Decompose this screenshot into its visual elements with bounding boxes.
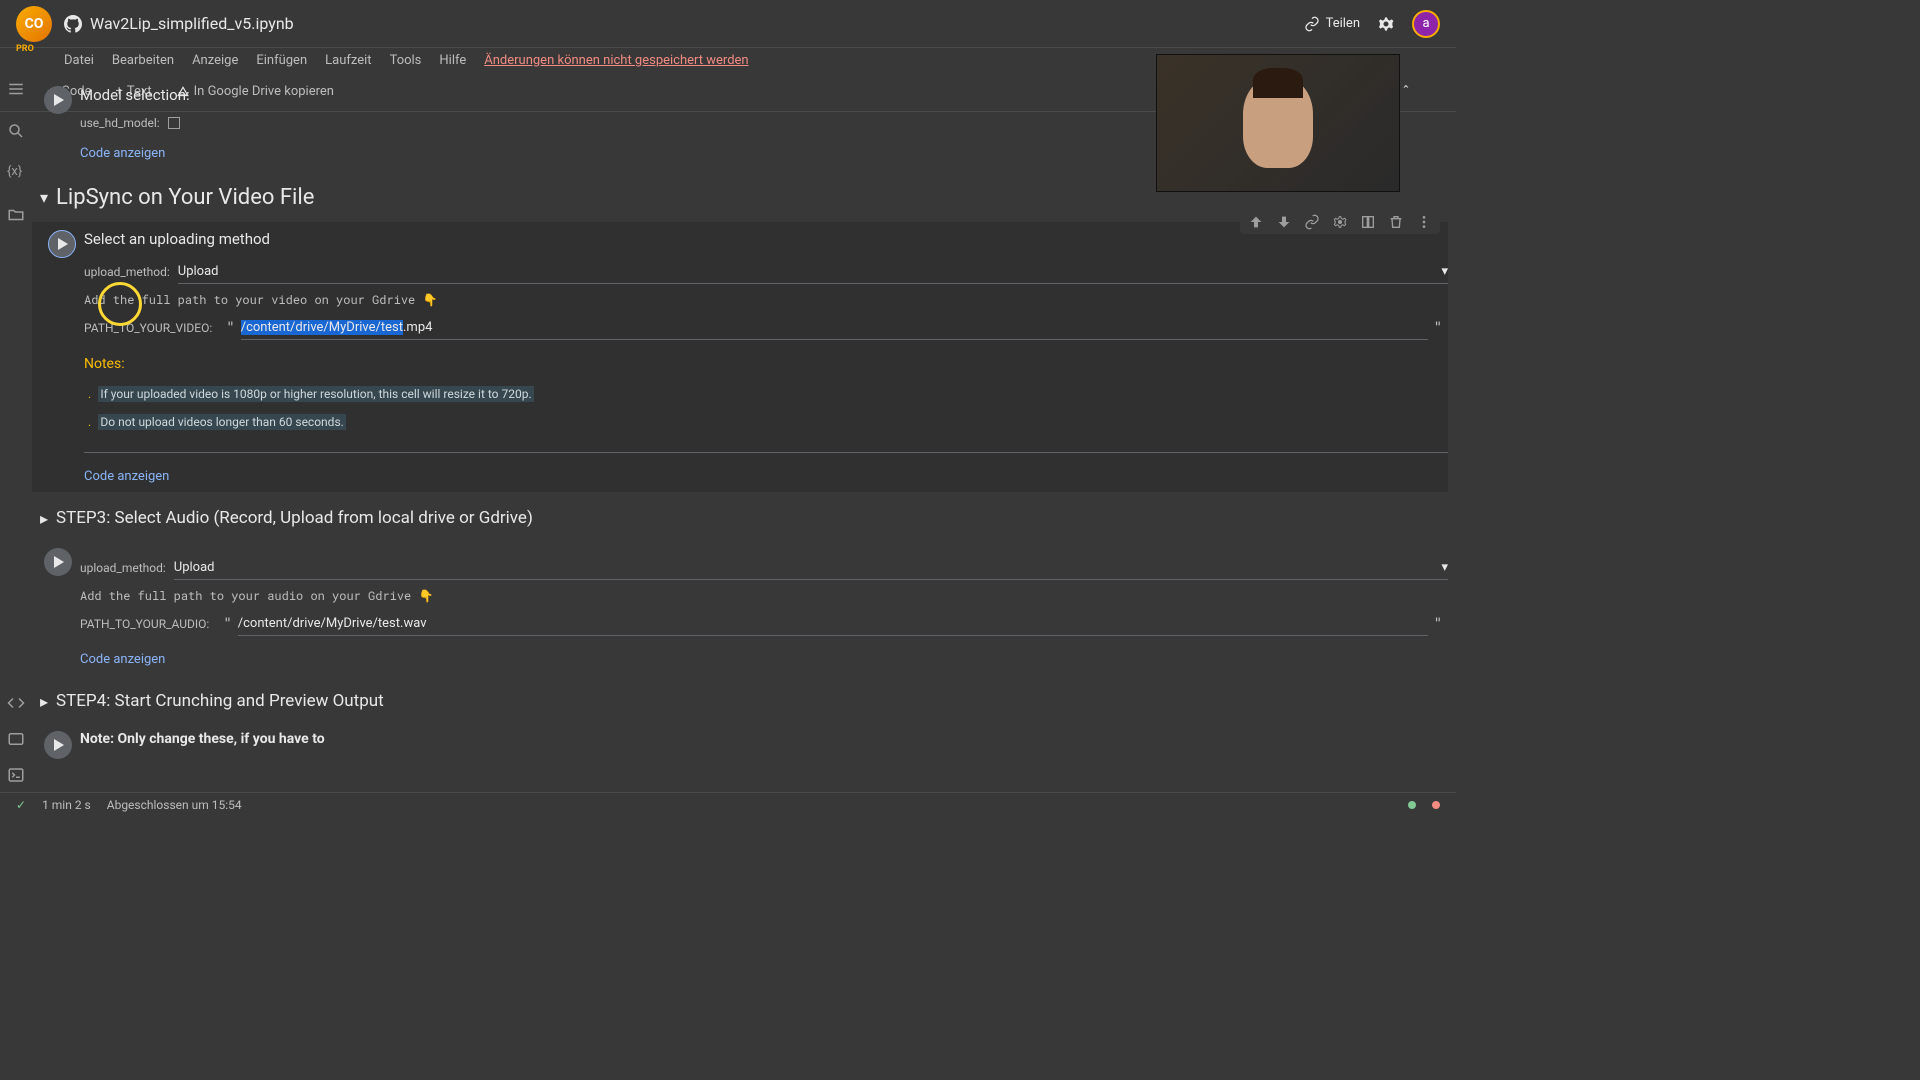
cell-toolbar bbox=[1240, 210, 1440, 234]
move-down-icon[interactable] bbox=[1276, 214, 1292, 230]
use-hd-model-checkbox[interactable] bbox=[168, 117, 180, 129]
divider bbox=[84, 452, 1448, 453]
more-icon[interactable] bbox=[1416, 214, 1432, 230]
cell-upload-audio: upload_method: Upload ▾ Add the full pat… bbox=[32, 540, 1448, 675]
show-code-link[interactable]: Code anzeigen bbox=[80, 146, 165, 161]
chevron-down-icon: ▾ bbox=[1441, 560, 1448, 575]
section-title: STEP4: Start Crunching and Preview Outpu… bbox=[56, 691, 384, 711]
status-connected-icon bbox=[1408, 801, 1416, 809]
terminal-icon[interactable] bbox=[7, 766, 25, 784]
use-hd-model-label: use_hd_model: bbox=[80, 116, 160, 130]
header: PRO Wav2Lip_simplified_v5.ipynb Teilen a bbox=[0, 0, 1456, 48]
statusbar: ✓ 1 min 2 s Abgeschlossen um 15:54 bbox=[0, 792, 1456, 816]
status-duration: 1 min 2 s bbox=[42, 798, 91, 812]
variables-icon[interactable]: {x} bbox=[7, 164, 25, 182]
left-rail: {x} bbox=[0, 72, 32, 792]
link-icon bbox=[1304, 16, 1320, 32]
show-code-link[interactable]: Code anzeigen bbox=[80, 652, 165, 667]
show-code-link[interactable]: Code anzeigen bbox=[84, 469, 169, 484]
section-caret-icon[interactable]: ▸ bbox=[40, 692, 48, 711]
menu-view[interactable]: Anzeige bbox=[184, 51, 246, 70]
search-icon[interactable] bbox=[7, 122, 25, 140]
menu-file[interactable]: Datei bbox=[56, 51, 102, 70]
menu-edit[interactable]: Bearbeiten bbox=[104, 51, 182, 70]
note-line-1: . If your uploaded video is 1080p or hig… bbox=[84, 384, 538, 404]
command-palette-icon[interactable] bbox=[7, 730, 25, 748]
share-button[interactable]: Teilen bbox=[1304, 16, 1360, 32]
run-button[interactable] bbox=[44, 548, 72, 576]
path-audio-input[interactable]: /content/drive/MyDrive/test.wav bbox=[238, 612, 1428, 636]
path-video-label: PATH_TO_YOUR_VIDEO: bbox=[84, 321, 212, 335]
run-button[interactable] bbox=[48, 230, 76, 258]
section-step3: ▸ STEP3: Select Audio (Record, Upload fr… bbox=[32, 496, 1448, 540]
section-caret-icon[interactable]: ▾ bbox=[40, 188, 48, 207]
menu-insert[interactable]: Einfügen bbox=[248, 51, 315, 70]
section-caret-icon[interactable]: ▸ bbox=[40, 509, 48, 528]
upload-method-select[interactable]: Upload ▾ bbox=[178, 260, 1448, 284]
move-up-icon[interactable] bbox=[1248, 214, 1264, 230]
chevron-down-icon: ▾ bbox=[1441, 264, 1448, 279]
section-title: STEP3: Select Audio (Record, Upload from… bbox=[56, 508, 533, 528]
status-disk-icon bbox=[1432, 801, 1440, 809]
notebook-title[interactable]: Wav2Lip_simplified_v5.ipynb bbox=[90, 14, 294, 33]
pro-badge: PRO bbox=[16, 44, 34, 54]
status-completed: Abgeschlossen um 15:54 bbox=[107, 798, 242, 812]
menu-tools[interactable]: Tools bbox=[382, 51, 430, 70]
save-warning[interactable]: Änderungen können nicht gespeichert werd… bbox=[476, 51, 756, 70]
path-note: Add the full path to your audio on your … bbox=[80, 588, 1448, 604]
upload-method-select[interactable]: Upload ▾ bbox=[174, 556, 1448, 580]
upload-method-label: upload_method: bbox=[84, 265, 170, 279]
path-video-input[interactable]: /content/drive/MyDrive/test.mp4 bbox=[241, 316, 1428, 340]
run-button[interactable] bbox=[44, 731, 72, 759]
section-title: LipSync on Your Video File bbox=[56, 185, 314, 210]
colab-logo: PRO bbox=[16, 6, 52, 42]
settings-icon[interactable] bbox=[1332, 214, 1348, 230]
files-icon[interactable] bbox=[7, 206, 25, 224]
quote-close: " bbox=[1428, 320, 1448, 336]
toc-icon[interactable] bbox=[7, 80, 25, 98]
step4-note: Note: Only change these, if you have to bbox=[80, 731, 1448, 747]
section-step4: ▸ STEP4: Start Crunching and Preview Out… bbox=[32, 679, 1448, 723]
github-icon bbox=[64, 15, 82, 33]
delete-icon[interactable] bbox=[1388, 214, 1404, 230]
quote-open: " bbox=[217, 616, 237, 632]
quote-close: " bbox=[1428, 616, 1448, 632]
cell-upload-video: Select an uploading method upload_method… bbox=[32, 222, 1448, 492]
menu-help[interactable]: Hilfe bbox=[431, 51, 474, 70]
note-line-2: . Do not upload videos longer than 60 se… bbox=[84, 412, 350, 432]
webcam-overlay bbox=[1156, 54, 1400, 192]
status-check-icon: ✓ bbox=[16, 798, 26, 812]
menu-runtime[interactable]: Laufzeit bbox=[317, 51, 379, 70]
code-snippets-icon[interactable] bbox=[7, 694, 25, 712]
webcam-face bbox=[1243, 78, 1313, 168]
run-button[interactable] bbox=[44, 86, 72, 114]
path-note: Add the full path to your video on your … bbox=[84, 292, 1448, 308]
mirror-icon[interactable] bbox=[1360, 214, 1376, 230]
path-audio-label: PATH_TO_YOUR_AUDIO: bbox=[80, 617, 209, 631]
quote-open: " bbox=[220, 320, 240, 336]
notes-header: Notes: bbox=[84, 356, 1448, 372]
cell-step4: Note: Only change these, if you have to bbox=[32, 723, 1448, 767]
upload-method-label: upload_method: bbox=[80, 561, 166, 575]
settings-icon[interactable] bbox=[1376, 14, 1396, 34]
user-avatar[interactable]: a bbox=[1412, 10, 1440, 38]
link-icon[interactable] bbox=[1304, 214, 1320, 230]
